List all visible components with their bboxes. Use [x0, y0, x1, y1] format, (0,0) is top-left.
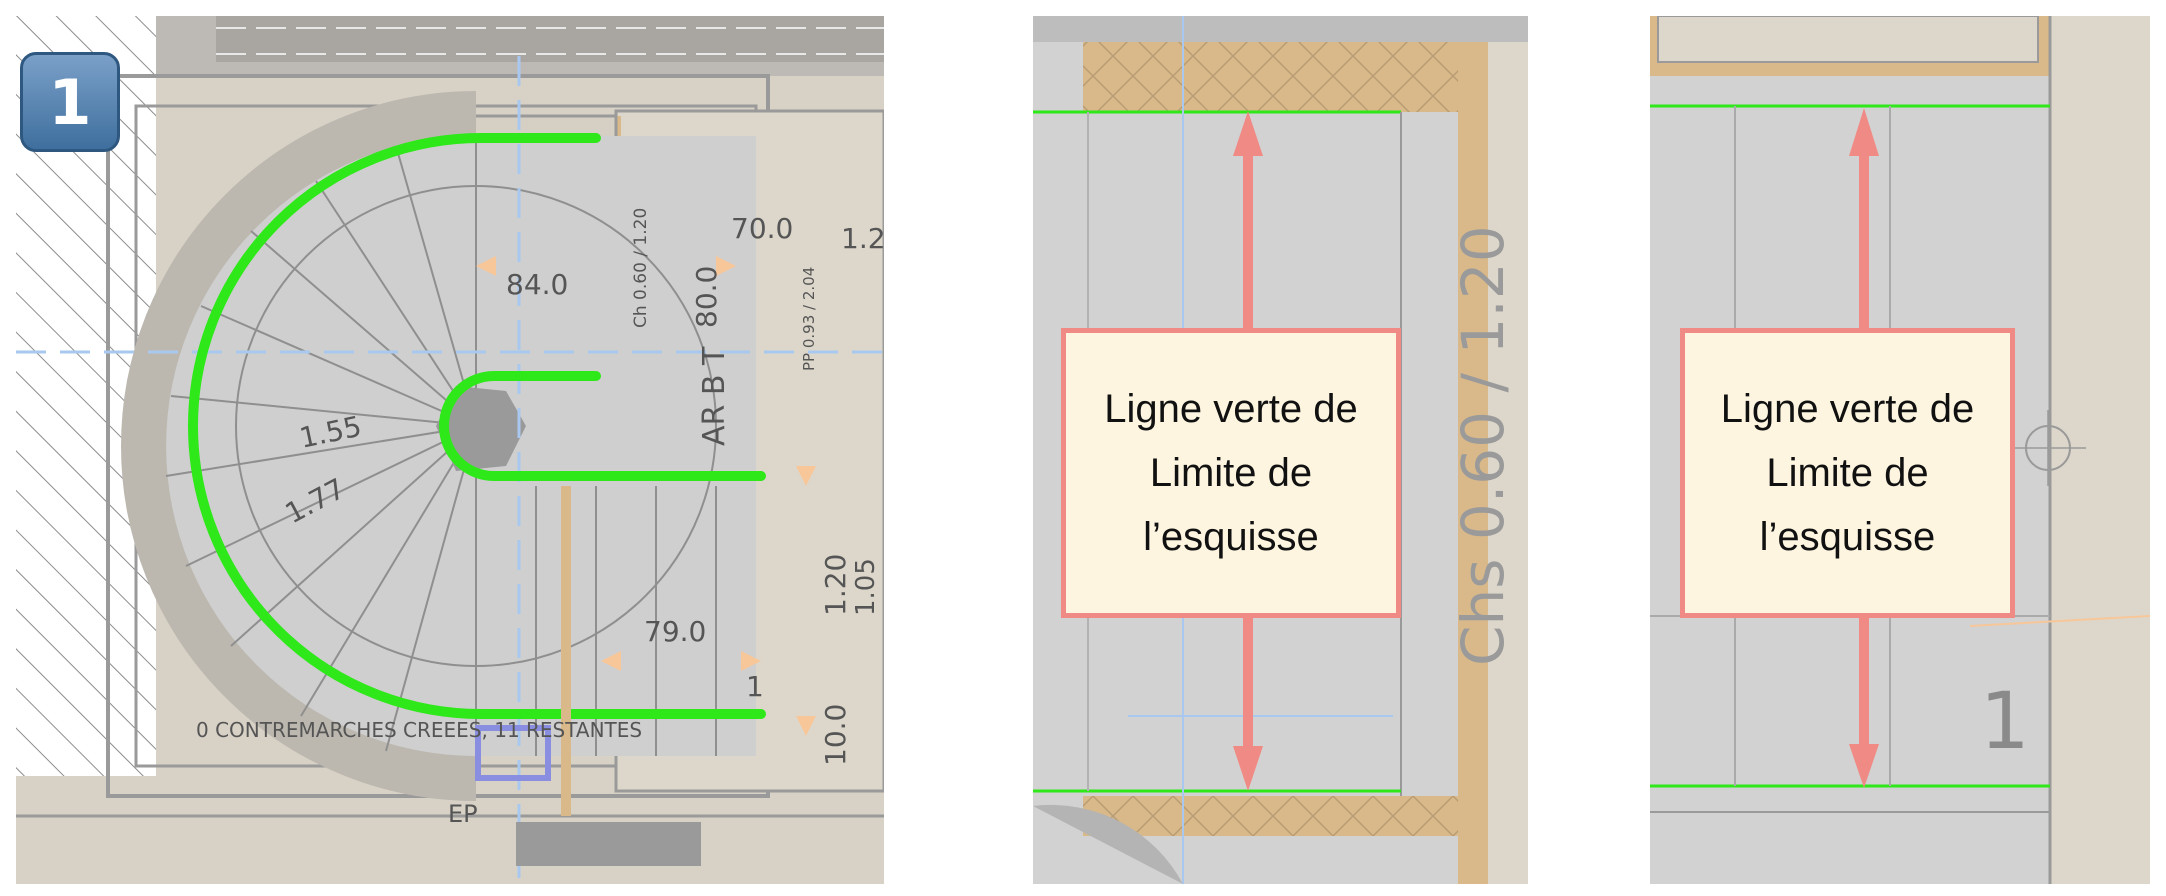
dimension-10: 10.0 — [819, 704, 852, 766]
zoom-panel-step: 1 Ligne verte de Limite de l’esquisse — [1650, 16, 2150, 884]
step-badge: 1 — [20, 52, 120, 152]
door-label-ch: Ch 0.60 / 1.20 — [631, 208, 651, 328]
sketch-limit-callout: Ligne verte de Limite de l’esquisse — [1061, 328, 1401, 618]
dimension-1-2: 1.2 — [841, 222, 884, 255]
dimension-1-05: 1.05 — [851, 558, 881, 616]
ep-label: EP — [448, 800, 478, 828]
step-number-1: 1 — [746, 670, 764, 703]
stair-plan-panel: 84.0 70.0 1.2 1.55 1.77 79.0 1 1.20 1.05… — [16, 16, 884, 884]
callout-text: Ligne verte de Limite de l’esquisse — [1104, 387, 1358, 559]
sketch-limit-callout-2: Ligne verte de Limite de l’esquisse — [1680, 328, 2015, 618]
callout-text-2: Ligne verte de Limite de l’esquisse — [1720, 387, 1975, 559]
step-number-label: 1 — [1980, 677, 2030, 767]
stair-plan-drawing: 84.0 70.0 1.2 1.55 1.77 79.0 1 1.20 1.05… — [16, 16, 884, 884]
zoom-panel-door: Chs 0.60 / 1.20 Ligne verte de Limite de… — [1033, 16, 1528, 884]
room-code-ar-bt: AR B T — [697, 346, 732, 446]
dimension-1-20: 1.20 — [819, 554, 852, 616]
contremarches-note: 0 CONTREMARCHES CREEES, 11 RESTANTES — [196, 718, 642, 742]
dimension-84: 84.0 — [506, 268, 568, 301]
dimension-70: 70.0 — [731, 212, 793, 245]
dimension-79: 79.0 — [644, 615, 706, 648]
door-label-pp: PP 0.93 / 2.04 — [800, 267, 818, 371]
dimension-80: 80.0 — [690, 266, 723, 328]
wall-door-text: Chs 0.60 / 1.20 — [1449, 225, 1517, 666]
